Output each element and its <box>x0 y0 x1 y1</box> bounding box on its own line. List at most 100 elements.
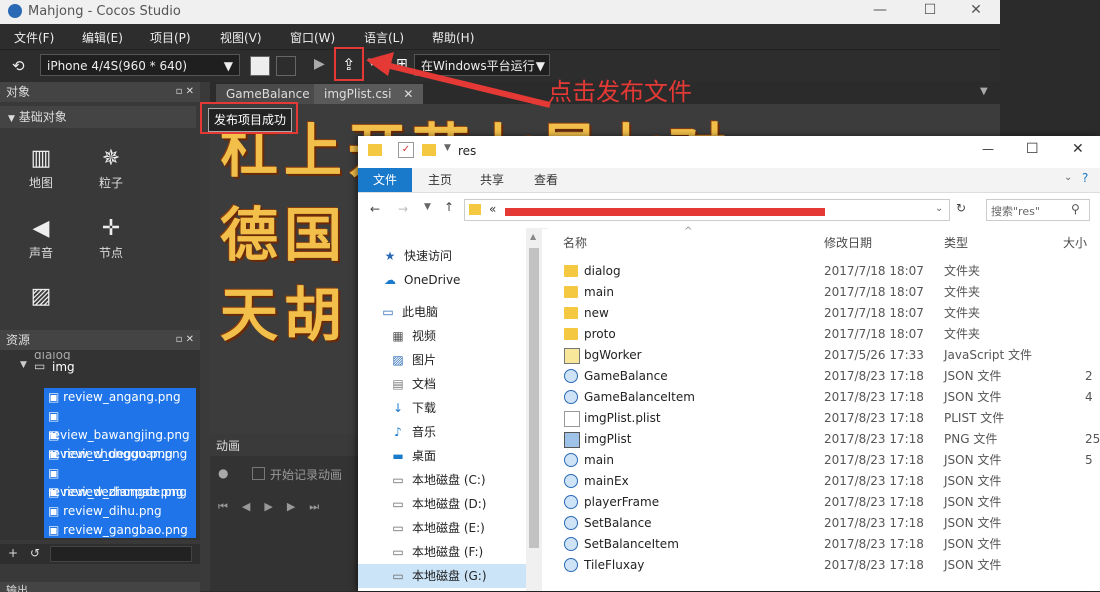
file-row[interactable]: main 2017/7/18 18:07 文件夹 <box>548 282 1100 303</box>
nav-item[interactable]: ▭ 本地磁盘 (D:) <box>390 492 486 516</box>
object-image[interactable]: ▨ <box>6 282 76 312</box>
menu-file[interactable]: 文件(F) <box>14 29 54 46</box>
column-type[interactable]: 类型 <box>944 234 968 251</box>
ribbon-tab-share[interactable]: 共享 <box>480 171 504 188</box>
nav-item[interactable]: ▭ 此电脑 <box>380 300 438 324</box>
ribbon-tab-file[interactable]: 文件 <box>358 168 412 192</box>
nav-item[interactable]: ☁ OneDrive <box>382 268 460 292</box>
resource-file-item[interactable]: ▣ review_deguo.png <box>48 445 173 464</box>
nav-item[interactable]: ▭ 本地磁盘 (F:) <box>390 540 483 564</box>
resource-file-item[interactable]: ▣ review_angang.png <box>48 388 181 407</box>
resource-file-item[interactable]: ▣ review_dihu.png <box>48 502 162 521</box>
nav-item[interactable]: ★ 快速访问 <box>382 244 452 268</box>
column-size[interactable]: 大小 <box>1063 234 1087 251</box>
tabs-dropdown-icon[interactable]: ▼ <box>980 86 988 97</box>
nav-scrollbar[interactable]: ▲ <box>526 228 542 591</box>
file-row[interactable]: GameBalance 2017/8/23 17:18 JSON 文件 2 <box>548 366 1100 387</box>
resource-file-item[interactable]: ▣ review_dezhongde.png <box>48 464 200 499</box>
search-input[interactable]: 搜索"res" ⚲ <box>986 199 1090 221</box>
device-select[interactable]: iPhone 4/4S(960 * 640) ▼ <box>40 54 240 76</box>
maximize-icon[interactable]: ☐ <box>910 2 950 18</box>
panel-pin-icon[interactable]: ▫ ✕ <box>176 330 194 350</box>
new-folder-icon[interactable] <box>422 144 436 156</box>
close-icon[interactable]: ✕ <box>1072 141 1084 157</box>
refresh-icon[interactable]: ↻ <box>956 201 966 215</box>
column-date[interactable]: 修改日期 <box>824 234 872 251</box>
object-sound[interactable]: ◀ 声音 <box>6 214 76 261</box>
panel-pin-icon[interactable]: ▫ ✕ <box>176 82 194 102</box>
maximize-icon[interactable]: ☐ <box>1026 141 1039 157</box>
menu-help[interactable]: 帮助(H) <box>432 29 474 46</box>
forward-arrow-icon[interactable]: → <box>398 202 408 216</box>
address-input[interactable]: « ⌄ <box>464 199 950 221</box>
file-row[interactable]: imgPlist.plist 2017/8/23 17:18 PLIST 文件 <box>548 408 1100 429</box>
resource-file-item[interactable]: ▣ review_chongguan.png <box>48 426 200 461</box>
nav-item[interactable]: ▬ 桌面 <box>390 444 436 468</box>
file-row[interactable]: playerFrame 2017/8/23 17:18 JSON 文件 <box>548 492 1100 513</box>
file-row[interactable]: proto 2017/7/18 18:07 文件夹 <box>548 324 1100 345</box>
menu-language[interactable]: 语言(L) <box>364 29 404 46</box>
resource-file-item[interactable]: ▣ review_dianpao.png <box>48 483 184 502</box>
nav-item[interactable]: ▭ 本地磁盘 (C:) <box>390 468 485 492</box>
nav-item[interactable]: ▭ 本地磁盘 (G:) <box>358 564 526 588</box>
portrait-button[interactable] <box>276 56 296 76</box>
playback-controls[interactable]: ⏮◀▶▶⏭ <box>218 500 333 514</box>
menu-edit[interactable]: 编辑(E) <box>82 29 123 46</box>
file-row[interactable]: new 2017/7/18 18:07 文件夹 <box>548 303 1100 324</box>
tree-folder-img[interactable]: img <box>52 360 75 374</box>
menu-window[interactable]: 窗口(W) <box>290 29 335 46</box>
nav-item[interactable]: ▨ 图片 <box>390 348 436 372</box>
close-icon[interactable]: ✕ <box>956 2 996 18</box>
basic-objects-section[interactable]: ▼ 基础对象 <box>0 106 196 128</box>
nav-item[interactable]: ↓ 下载 <box>390 396 436 420</box>
properties-icon[interactable]: ✓ <box>398 142 414 158</box>
menu-project[interactable]: 项目(P) <box>150 29 191 46</box>
resource-file-item[interactable]: ▣ review_bawangjing.png <box>48 407 200 442</box>
add-icon[interactable]: + <box>8 546 18 560</box>
refresh-icon[interactable]: ↺ <box>30 546 40 560</box>
menu-view[interactable]: 视图(V) <box>220 29 262 46</box>
record-animation-checkbox[interactable] <box>252 467 265 480</box>
minimize-icon[interactable]: — <box>860 2 900 18</box>
file-type: JSON 文件 <box>944 516 1002 530</box>
minimize-icon[interactable]: — <box>982 142 994 156</box>
record-icon[interactable]: ● <box>218 466 228 480</box>
file-row[interactable]: main 2017/8/23 17:18 JSON 文件 5 <box>548 450 1100 471</box>
file-row[interactable]: GameBalanceItem 2017/8/23 17:18 JSON 文件 4 <box>548 387 1100 408</box>
recent-dropdown-icon[interactable]: ▼ <box>424 202 431 212</box>
up-arrow-icon[interactable]: ↑ <box>444 200 454 214</box>
address-dropdown-icon[interactable]: ⌄ <box>935 203 943 214</box>
scroll-thumb[interactable] <box>529 248 539 548</box>
object-node[interactable]: ✛ 节点 <box>76 214 146 261</box>
object-map[interactable]: ▥ 地图 <box>6 144 76 191</box>
nav-item[interactable]: ▤ 文档 <box>390 372 436 396</box>
nav-item[interactable]: ▦ 视频 <box>390 324 436 348</box>
tab-gamebalance[interactable]: GameBalance <box>216 84 316 104</box>
play-icon[interactable]: ▶ <box>314 56 325 72</box>
column-name[interactable]: 名称 <box>563 234 587 251</box>
expand-triangle-icon[interactable]: ▼ <box>20 360 27 370</box>
image-file-icon: ▣ <box>48 409 60 423</box>
file-row[interactable]: dialog 2017/7/18 18:07 文件夹 <box>548 261 1100 282</box>
file-row[interactable]: SetBalance 2017/8/23 17:18 JSON 文件 <box>548 513 1100 534</box>
resource-search-input[interactable] <box>50 546 192 562</box>
nav-item[interactable]: ▭ 本地磁盘 (E:) <box>390 516 484 540</box>
back-arrow-icon[interactable]: ← <box>370 202 380 216</box>
object-particle[interactable]: ✵ 粒子 <box>76 144 146 191</box>
file-row[interactable]: imgPlist 2017/8/23 17:18 PNG 文件 25 <box>548 429 1100 450</box>
ribbon-expand-icon[interactable]: ⌄ <box>1064 172 1072 183</box>
ribbon-tab-home[interactable]: 主页 <box>428 171 452 188</box>
resource-file-item[interactable]: ▣ review_gangbao.png <box>48 521 188 540</box>
file-row[interactable]: TileFluxay 2017/8/23 17:18 JSON 文件 <box>548 555 1100 576</box>
folder-icon <box>564 286 578 298</box>
scroll-up-icon[interactable]: ▲ <box>530 232 536 241</box>
nav-item[interactable]: ♪ 音乐 <box>390 420 436 444</box>
file-row[interactable]: mainEx 2017/8/23 17:18 JSON 文件 <box>548 471 1100 492</box>
file-row[interactable]: SetBalanceItem 2017/8/23 17:18 JSON 文件 <box>548 534 1100 555</box>
ribbon-tab-view[interactable]: 查看 <box>534 171 558 188</box>
landscape-button[interactable] <box>250 56 270 76</box>
rotate-device-icon[interactable]: ⟲ <box>12 57 25 75</box>
quick-access-dropdown-icon[interactable]: ▼ <box>444 143 451 153</box>
file-row[interactable]: bgWorker 2017/5/26 17:33 JavaScript 文件 <box>548 345 1100 366</box>
help-icon[interactable]: ? <box>1082 171 1088 185</box>
